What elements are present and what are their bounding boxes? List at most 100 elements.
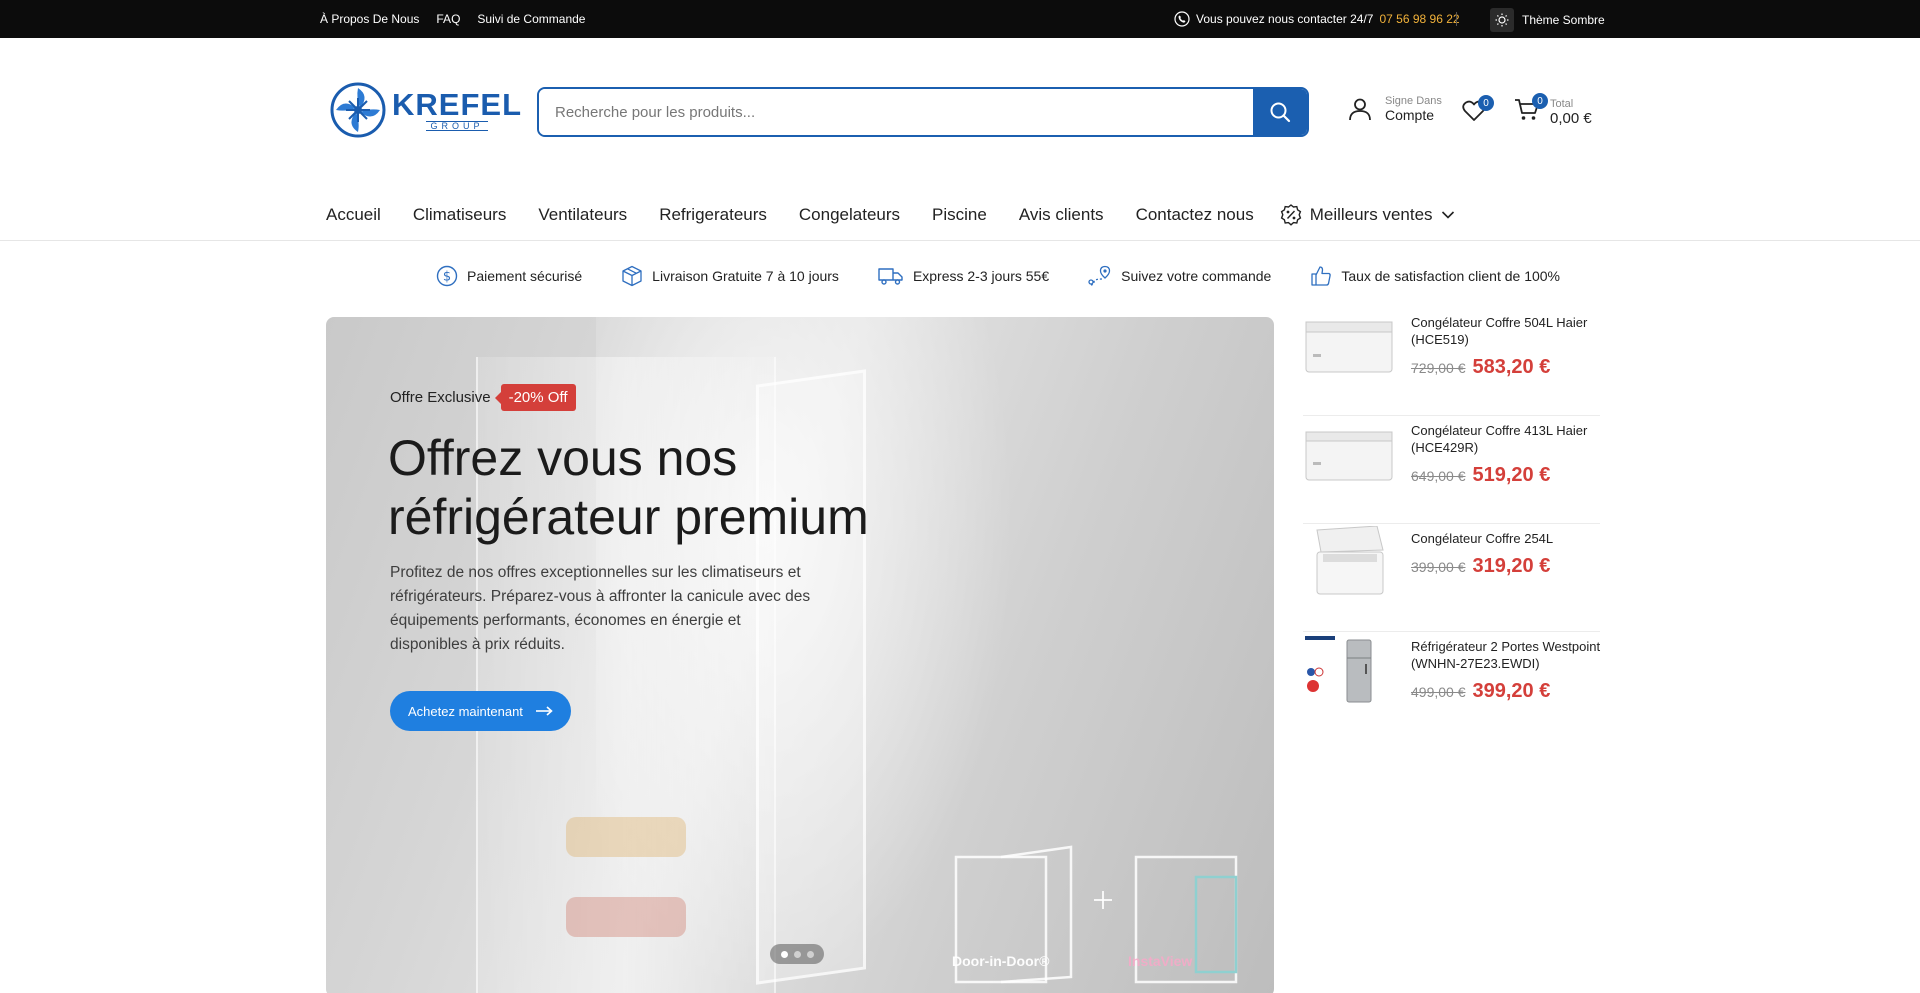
product-name[interactable]: Congélateur Coffre 413L Haier (HCE429R)	[1411, 422, 1601, 456]
instaview-label: InstaView	[1128, 953, 1193, 969]
order-tracking-link[interactable]: Suivi de Commande	[477, 12, 585, 26]
account-label: Compte	[1385, 107, 1435, 123]
nav-item-contactez-nous[interactable]: Contactez nous	[1136, 204, 1254, 226]
product-price: 583,20 €	[1472, 356, 1551, 378]
nav-item-piscine[interactable]: Piscine	[932, 204, 987, 226]
percent-badge-icon	[1280, 204, 1301, 226]
product-name[interactable]: Congélateur Coffre 504L Haier (HCE519)	[1411, 314, 1601, 348]
dollar-icon: $	[436, 265, 458, 287]
contact-text: Vous pouvez nous contacter 24/7	[1196, 12, 1374, 26]
top-links: À Propos De Nous FAQ Suivi de Commande	[320, 12, 585, 26]
two-door-fridge-image	[1303, 636, 1395, 703]
box-icon	[622, 265, 642, 287]
product-info: Congélateur Coffre 413L Haier (HCE429R) …	[1411, 422, 1601, 523]
cart-button[interactable]: 0 Total 0,00 €	[1514, 93, 1592, 127]
fridge-food-image	[566, 817, 686, 857]
nav-item-best-sellers[interactable]: Meilleurs ventes	[1280, 204, 1455, 226]
product-card[interactable]: Congélateur Coffre 504L Haier (HCE519) 7…	[1303, 314, 1600, 416]
carousel-dot[interactable]	[806, 950, 814, 958]
theme-toggle[interactable]: Thème Sombre	[1490, 8, 1605, 32]
feature-label: Express 2-3 jours 55€	[912, 268, 1050, 284]
about-link[interactable]: À Propos De Nous	[320, 12, 419, 26]
search-bar	[537, 87, 1309, 137]
carousel-dot[interactable]	[780, 950, 788, 958]
feature-label: Paiement sécurisé	[467, 268, 583, 284]
product-old-price: 399,00 €	[1411, 559, 1466, 575]
search-input[interactable]	[539, 89, 1253, 135]
product-info: Congélateur Coffre 254L 399,00 € 319,20 …	[1411, 530, 1601, 631]
product-card[interactable]: Congélateur Coffre 413L Haier (HCE429R) …	[1303, 422, 1600, 524]
cart-total-label: Total	[1550, 98, 1574, 110]
thumbs-up-icon	[1311, 266, 1332, 286]
hero-title-line2: réfrigérateur premium	[388, 489, 869, 545]
hero-description: Profitez de nos offres exceptionnelles s…	[390, 564, 811, 653]
divider	[1456, 12, 1457, 26]
product-card[interactable]: Réfrigérateur 2 Portes Westpoint (WNHN-2…	[1303, 636, 1601, 740]
hero-banner[interactable]: Offre Exclusive -20% Off Offrez vous nos…	[326, 317, 1274, 993]
product-name[interactable]: Congélateur Coffre 254L	[1411, 530, 1601, 547]
product-old-price: 729,00 €	[1411, 360, 1466, 376]
nav-item-ventilateurs[interactable]: Ventilateurs	[538, 204, 627, 226]
location-icon	[1088, 265, 1111, 286]
logo-sub: GROUP	[426, 120, 488, 131]
nav-item-congelateurs[interactable]: Congelateurs	[799, 204, 900, 226]
feature-item: Livraison Gratuite 7 à 10 jours	[621, 265, 839, 287]
feature-label: Taux de satisfaction client de 100%	[1341, 268, 1561, 284]
shop-now-button[interactable]: Achetez maintenant	[390, 691, 571, 731]
nav-item-climatiseurs[interactable]: Climatiseurs	[413, 204, 507, 226]
hero-eyebrow: Offre Exclusive -20% Off	[390, 384, 576, 411]
product-price: 399,20 €	[1472, 680, 1551, 702]
contact-info: Vous pouvez nous contacter 24/7 07 56 98…	[1174, 11, 1460, 27]
nav-item-refrigerateurs[interactable]: Refrigerateurs	[659, 204, 767, 226]
product-info: Réfrigérateur 2 Portes Westpoint (WNHN-2…	[1411, 638, 1601, 740]
arrow-right-icon	[535, 706, 553, 716]
product-card[interactable]: Congélateur Coffre 254L 399,00 € 319,20 …	[1303, 526, 1601, 632]
product-prices: 729,00 € 583,20 €	[1411, 356, 1601, 379]
discount-tag: -20% Off	[494, 384, 576, 411]
product-prices: 399,00 € 319,20 €	[1411, 555, 1601, 578]
account-small-label: Signe Dans	[1385, 95, 1442, 107]
product-name[interactable]: Réfrigérateur 2 Portes Westpoint (WNHN-2…	[1411, 638, 1601, 672]
user-icon	[1349, 98, 1371, 121]
faq-link[interactable]: FAQ	[436, 12, 460, 26]
product-info: Congélateur Coffre 504L Haier (HCE519) 7…	[1411, 314, 1601, 415]
door-in-door-label: Door-in-Door®	[952, 953, 1050, 969]
wishlist-count-badge: 0	[1478, 95, 1494, 111]
hero-title: Offrez vous nos réfrigérateur premium	[388, 429, 948, 547]
product-prices: 649,00 € 519,20 €	[1411, 464, 1601, 487]
hero-title-line1: Offrez vous nos	[388, 430, 738, 486]
product-price: 319,20 €	[1472, 555, 1551, 577]
svg-text:$: $	[443, 270, 451, 285]
theme-label: Thème Sombre	[1522, 13, 1605, 27]
chest-freezer-image	[1303, 422, 1395, 486]
feature-item: Express 2-3 jours 55€	[878, 265, 1049, 287]
feature-item: Taux de satisfaction client de 100%	[1310, 265, 1560, 287]
shop-now-label: Achetez maintenant	[408, 703, 523, 719]
wishlist-button[interactable]: 0	[1462, 95, 1494, 127]
nav-divider	[0, 240, 1920, 241]
truck-icon	[878, 268, 903, 285]
product-old-price: 649,00 €	[1411, 468, 1466, 484]
nav-item-avis-clients[interactable]: Avis clients	[1019, 204, 1104, 226]
carousel-dot[interactable]	[793, 950, 801, 958]
open-chest-freezer-image	[1303, 526, 1395, 595]
product-price: 519,20 €	[1472, 464, 1551, 486]
product-old-price: 499,00 €	[1411, 684, 1466, 700]
account-link[interactable]: Signe Dans Compte	[1347, 95, 1442, 123]
feature-label: Suivez votre commande	[1121, 268, 1272, 284]
chevron-down-icon	[1441, 211, 1454, 219]
main-nav: Accueil Climatiseurs Ventilateurs Refrig…	[326, 204, 1487, 226]
search-button[interactable]	[1253, 89, 1307, 135]
phone-number[interactable]: 07 56 98 96 22	[1379, 12, 1459, 26]
logo[interactable]: KREFEL GROUP	[330, 82, 522, 138]
features-strip: $ Paiement sécurisé Livraison Gratuite 7…	[436, 265, 1599, 287]
top-bar: À Propos De Nous FAQ Suivi de Commande V…	[0, 0, 1920, 38]
snowflake-fan-logo-icon	[330, 82, 386, 138]
product-prices: 499,00 € 399,20 €	[1411, 680, 1601, 703]
sun-icon	[1490, 8, 1514, 32]
hero-eyebrow-text: Offre Exclusive	[390, 389, 491, 406]
feature-item: Suivez votre commande	[1088, 265, 1271, 287]
feature-label: Livraison Gratuite 7 à 10 jours	[652, 268, 839, 284]
nav-item-accueil[interactable]: Accueil	[326, 204, 381, 226]
feature-item: $ Paiement sécurisé	[436, 265, 582, 287]
